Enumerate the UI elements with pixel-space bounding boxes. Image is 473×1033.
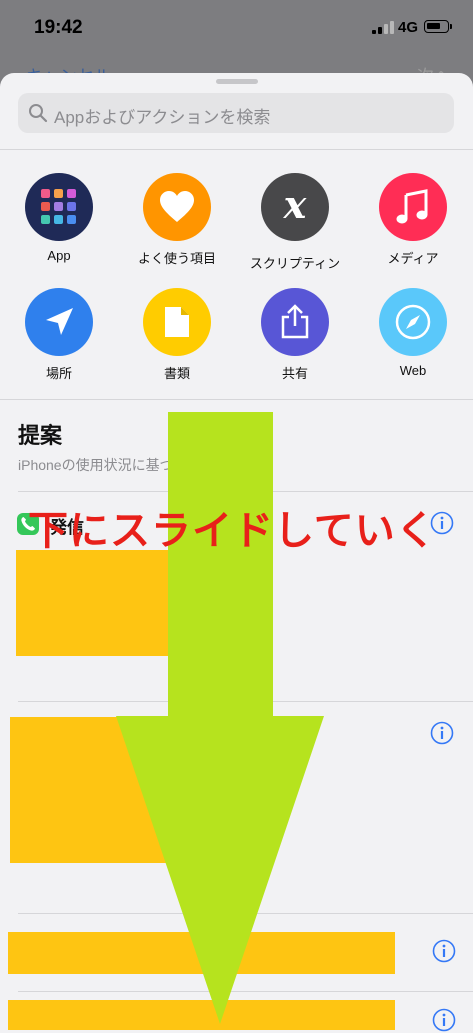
- swipe-instruction: 下にスライドしていく: [28, 509, 437, 553]
